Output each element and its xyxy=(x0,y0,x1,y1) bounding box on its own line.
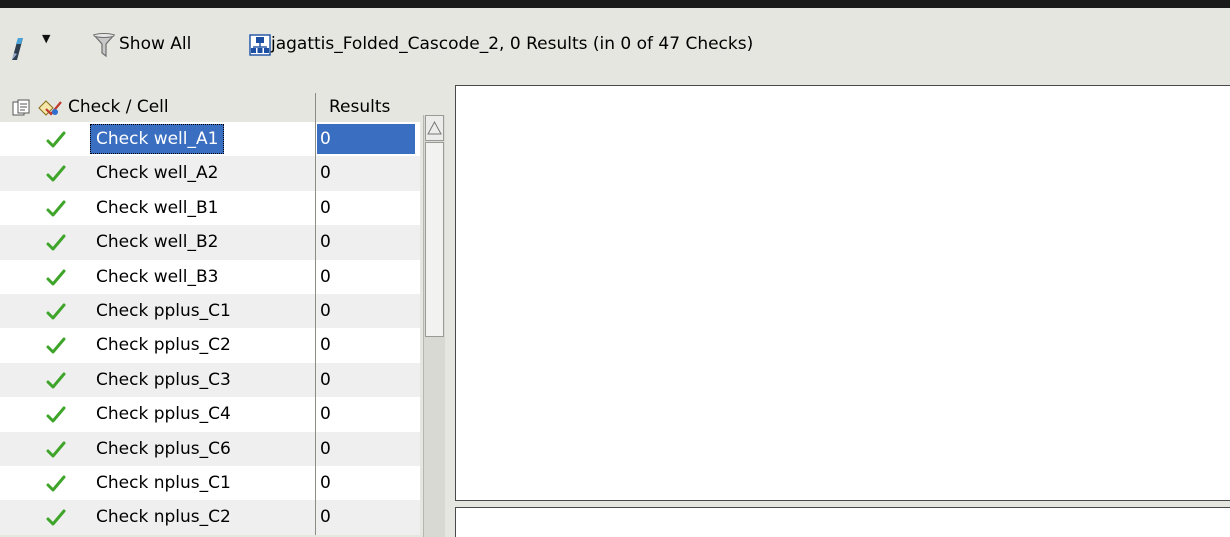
check-name[interactable]: Check pplus_C3 xyxy=(90,365,237,395)
pen-icon[interactable] xyxy=(6,34,36,62)
check-name[interactable]: Check nplus_C1 xyxy=(90,468,237,498)
check-results-count[interactable]: 0 xyxy=(317,502,415,532)
column-header-check-cell[interactable]: Check / Cell xyxy=(68,97,169,117)
toolbar: ▼ Show All jagattis_Folded_Cascode_2, 0 … xyxy=(0,8,1230,85)
column-divider xyxy=(315,328,316,363)
check-passed-icon xyxy=(46,234,66,251)
check-results-count[interactable]: 0 xyxy=(317,399,415,429)
table-row[interactable]: Check pplus_C2 0 xyxy=(0,328,420,363)
check-name[interactable]: Check pplus_C4 xyxy=(90,399,237,429)
scroll-thumb[interactable] xyxy=(425,142,444,337)
check-passed-icon xyxy=(46,165,66,182)
column-header-results[interactable]: Results xyxy=(329,97,390,117)
check-results-count[interactable]: 0 xyxy=(317,124,415,154)
check-results-count[interactable]: 0 xyxy=(317,330,415,360)
column-divider xyxy=(315,465,316,501)
column-divider xyxy=(315,225,316,260)
check-passed-icon xyxy=(46,303,66,320)
column-divider xyxy=(315,122,316,157)
check-passed-icon xyxy=(46,269,66,286)
vertical-scrollbar[interactable] xyxy=(423,115,445,537)
table-row[interactable]: Check pplus_C6 0 xyxy=(0,431,420,466)
check-tree-panel: Check / Cell Results Check well_A1 0 Check… xyxy=(0,85,445,537)
check-passed-icon xyxy=(46,131,66,148)
show-all-button[interactable]: Show All xyxy=(119,34,191,54)
expand-collapse-icon[interactable] xyxy=(12,99,30,117)
table-row[interactable]: Check well_A2 0 xyxy=(0,156,420,191)
check-results-count[interactable]: 0 xyxy=(317,262,415,292)
check-results-count[interactable]: 0 xyxy=(317,434,415,464)
check-passed-icon xyxy=(46,509,66,526)
table-row[interactable]: Check well_B1 0 xyxy=(0,190,420,226)
dropdown-arrow-icon[interactable]: ▼ xyxy=(42,32,50,45)
check-passed-icon xyxy=(46,200,66,217)
window-top-edge xyxy=(0,0,1230,8)
filter-icon[interactable] xyxy=(93,32,115,58)
check-list: Check well_A1 0 Check well_A2 0 Check well_B… xyxy=(0,122,420,537)
table-row[interactable]: Check pplus_C1 0 xyxy=(0,293,420,329)
check-passed-icon xyxy=(46,337,66,354)
column-divider xyxy=(315,190,316,226)
table-row[interactable]: Check pplus_C3 0 xyxy=(0,362,420,398)
check-status-icon[interactable] xyxy=(37,99,63,117)
column-divider xyxy=(315,293,316,329)
check-name[interactable]: Check well_B3 xyxy=(90,262,225,292)
table-row[interactable]: Check pplus_C4 0 xyxy=(0,397,420,432)
column-divider xyxy=(315,431,316,466)
tree-header: Check / Cell Results xyxy=(0,93,420,122)
chevron-up-icon xyxy=(427,120,442,135)
check-results-count[interactable]: 0 xyxy=(317,296,415,326)
check-name[interactable]: Check well_A2 xyxy=(90,158,224,188)
results-secondary-panel[interactable] xyxy=(455,507,1230,537)
check-results-count[interactable]: 0 xyxy=(317,193,415,223)
column-divider xyxy=(315,362,316,398)
results-status-text: jagattis_Folded_Cascode_2, 0 Results (in… xyxy=(271,34,754,54)
table-row[interactable]: Check well_B3 0 xyxy=(0,259,420,294)
check-name[interactable]: Check well_B1 xyxy=(90,193,225,223)
column-divider xyxy=(315,259,316,294)
column-divider xyxy=(315,500,316,535)
check-name[interactable]: Check pplus_C2 xyxy=(90,330,237,360)
table-row[interactable]: Check well_B2 0 xyxy=(0,225,420,260)
table-row[interactable]: Check nplus_C1 0 xyxy=(0,465,420,501)
check-name[interactable]: Check pplus_C6 xyxy=(90,434,237,464)
check-name[interactable]: Check nplus_C2 xyxy=(90,502,237,532)
table-row[interactable]: Check well_A1 0 xyxy=(0,122,420,157)
check-name[interactable]: Check well_B2 xyxy=(90,227,225,257)
check-results-count[interactable]: 0 xyxy=(317,158,415,188)
check-passed-icon xyxy=(46,372,66,389)
column-separator[interactable] xyxy=(315,93,316,122)
check-passed-icon xyxy=(46,441,66,458)
scroll-up-button[interactable] xyxy=(425,115,444,141)
results-detail-panel[interactable] xyxy=(455,85,1230,501)
check-results-count[interactable]: 0 xyxy=(317,365,415,395)
check-name[interactable]: Check well_A1 xyxy=(90,124,225,154)
check-results-count[interactable]: 0 xyxy=(317,227,415,257)
column-divider xyxy=(315,397,316,432)
check-passed-icon xyxy=(46,406,66,423)
column-divider xyxy=(315,156,316,191)
check-results-count[interactable]: 0 xyxy=(317,468,415,498)
table-row[interactable]: Check nplus_C2 0 xyxy=(0,500,420,535)
check-passed-icon xyxy=(46,475,66,492)
check-name[interactable]: Check pplus_C1 xyxy=(90,296,237,326)
hierarchy-icon xyxy=(249,34,271,56)
